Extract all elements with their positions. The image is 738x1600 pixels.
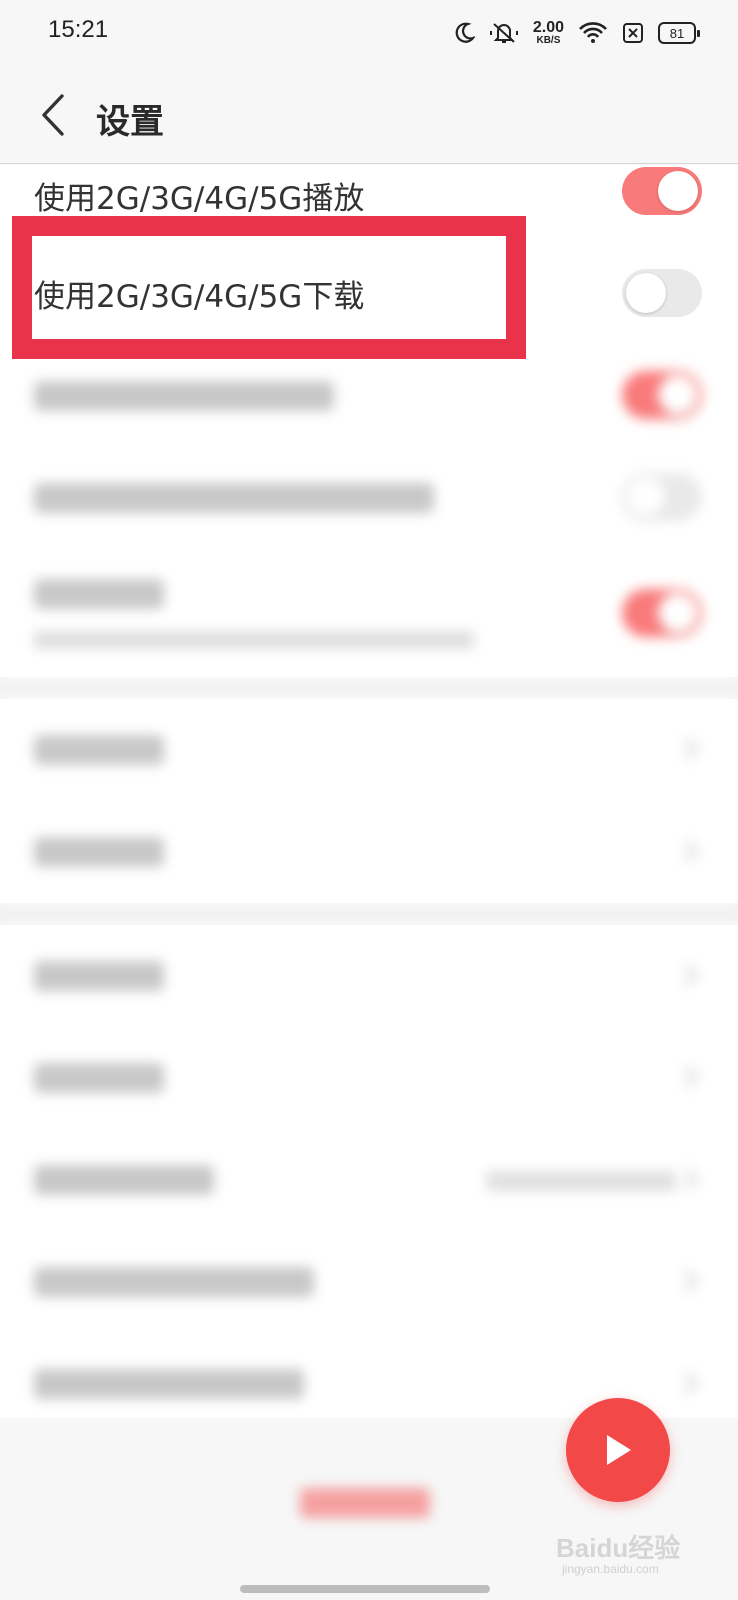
setting-row-blurred[interactable] <box>0 1027 738 1129</box>
player-fab[interactable] <box>566 1398 670 1502</box>
toggle-blurred[interactable] <box>622 589 702 637</box>
blurred-text <box>34 381 334 411</box>
setting-row-blurred[interactable] <box>0 801 738 903</box>
toggle-blurred[interactable] <box>622 371 702 419</box>
group-divider <box>0 903 738 925</box>
settings-group-about <box>0 925 738 1435</box>
blurred-text <box>34 1063 164 1093</box>
chevron-right-icon <box>685 964 698 986</box>
setting-row-blurred[interactable] <box>0 925 738 1027</box>
setting-row-blurred[interactable] <box>0 345 738 447</box>
watermark-logo: Baidu经验 jingyan.baidu.com <box>556 1500 696 1580</box>
toggle-knob <box>658 375 698 415</box>
toggle-knob <box>626 477 666 517</box>
chevron-right-icon <box>685 840 698 862</box>
setting-row-blurred[interactable] <box>0 1231 738 1333</box>
chevron-right-icon <box>685 1168 698 1190</box>
back-chevron-icon[interactable] <box>36 92 76 138</box>
battery-icon: 81 <box>658 22 700 44</box>
setting-row-download-mobile[interactable]: 使用2G/3G/4G/5G下载 <box>0 243 738 345</box>
blurred-text <box>34 735 164 765</box>
network-speed-value: 2.00 <box>532 19 564 36</box>
blurred-text <box>34 961 164 991</box>
chevron-right-icon <box>685 1372 698 1394</box>
play-icon <box>607 1435 631 1465</box>
status-icons: 2.00 KB/S 81 <box>455 16 700 50</box>
blurred-text <box>34 579 164 609</box>
toggle-knob <box>658 171 698 211</box>
setting-label-play-mobile: 使用2G/3G/4G/5G播放 <box>34 181 365 217</box>
blurred-text <box>34 483 434 513</box>
blurred-text <box>34 1165 214 1195</box>
status-time: 15:21 <box>48 16 109 43</box>
watermark-site: jingyan.baidu.com <box>562 1562 659 1576</box>
toggle-play-mobile[interactable] <box>622 167 702 215</box>
toggle-download-mobile[interactable] <box>622 269 702 317</box>
moon-icon <box>455 22 475 44</box>
setting-row-blurred[interactable] <box>0 447 738 549</box>
setting-label-download-mobile: 使用2G/3G/4G/5G下载 <box>34 279 365 315</box>
setting-row-play-mobile[interactable]: 使用2G/3G/4G/5G播放 <box>0 165 738 243</box>
blurred-text <box>34 631 474 649</box>
chevron-right-icon <box>685 1270 698 1292</box>
blurred-text <box>486 1171 676 1191</box>
settings-group-storage <box>0 699 738 903</box>
blurred-text <box>34 1267 314 1297</box>
toggle-knob <box>626 273 666 313</box>
header-bar: 设置 <box>0 68 738 164</box>
chevron-right-icon <box>685 738 698 760</box>
network-speed-unit: KB/S <box>536 35 561 46</box>
group-divider <box>0 677 738 699</box>
mute-icon <box>489 21 519 45</box>
blurred-text <box>34 837 164 867</box>
toggle-blurred[interactable] <box>622 473 702 521</box>
wifi-icon <box>578 22 608 44</box>
settings-list: 使用2G/3G/4G/5G播放 使用2G/3G/4G/5G下载 <box>0 165 738 1435</box>
settings-group-network: 使用2G/3G/4G/5G播放 使用2G/3G/4G/5G下载 <box>0 165 738 677</box>
network-speed: 2.00 KB/S <box>533 20 564 46</box>
page-title: 设置 <box>96 102 164 142</box>
chevron-right-icon <box>685 1066 698 1088</box>
watermark-brand: Baidu经验 <box>556 1533 681 1563</box>
blurred-text <box>34 1369 304 1399</box>
sim-blocked-icon <box>622 22 644 44</box>
setting-row-blurred[interactable] <box>0 549 738 677</box>
setting-row-blurred[interactable] <box>0 1129 738 1231</box>
status-bar: 15:21 2.00 KB/S 81 <box>0 0 738 68</box>
toggle-knob <box>658 593 698 633</box>
setting-row-blurred[interactable] <box>0 699 738 801</box>
logout-button[interactable] <box>300 1488 430 1518</box>
home-indicator[interactable] <box>240 1585 490 1593</box>
